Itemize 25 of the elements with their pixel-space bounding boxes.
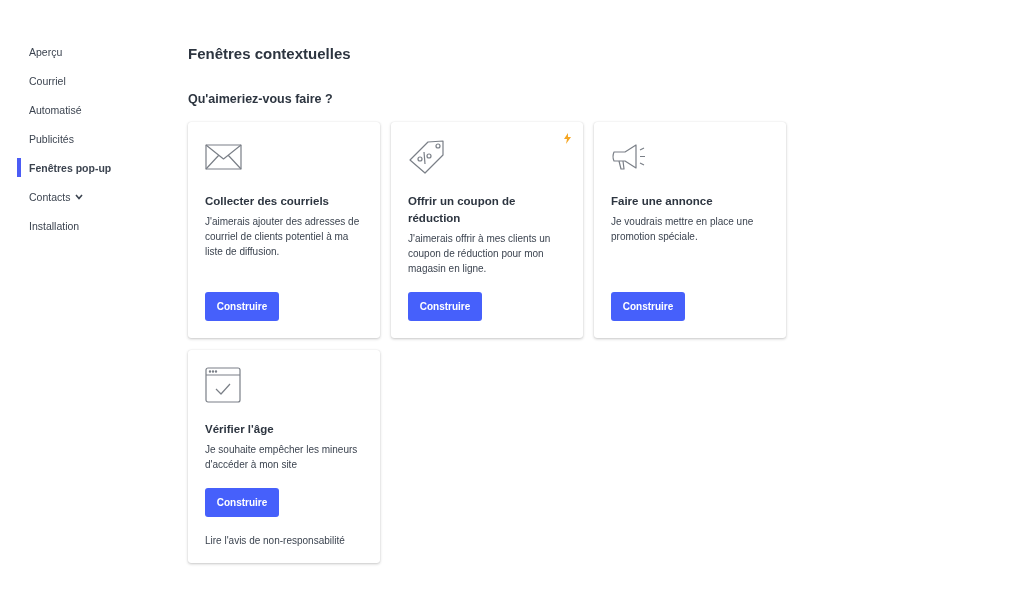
sidebar-item[interactable]: Aperçu	[0, 42, 188, 61]
build-button[interactable]: Construire	[205, 292, 279, 321]
card-description: J'aimerais ajouter des adresses de courriel de clients potentiel à ma liste de diffusion.	[205, 215, 361, 259]
build-button[interactable]: Construire	[205, 488, 279, 517]
card-title: Faire une annonce	[611, 194, 714, 209]
browser-check-icon	[205, 367, 241, 403]
section-heading: Qu'aimeriez-vous faire ?	[188, 92, 334, 106]
build-button[interactable]: Construire	[408, 292, 482, 321]
sidebar-item[interactable]: Contacts	[0, 187, 188, 206]
card-title: Collecter des courriels	[205, 194, 330, 209]
disclaimer-link[interactable]: Lire l'avis de non-responsabilité	[205, 535, 363, 546]
card-title: Vérifier l'âge	[205, 422, 275, 437]
card-description: Je souhaite empêcher les mineurs d'accéder à mon site	[205, 443, 359, 472]
sidebar-item[interactable]: Courriel	[0, 71, 188, 90]
card-description: J'aimerais offrir à mes clients un coupon de réduction pour mon magasin en ligne.	[408, 232, 552, 276]
envelope-icon	[205, 144, 242, 170]
megaphone-icon	[611, 143, 647, 171]
tag-icon	[408, 139, 446, 175]
page-title: Fenêtres contextuelles	[188, 45, 352, 62]
build-button[interactable]: Construire	[611, 292, 685, 321]
card-description: Je voudrais mettre en place une promotion spéciale.	[611, 215, 755, 244]
sidebar-item[interactable]: Publicités	[0, 129, 188, 148]
sidebar-item[interactable]: Installation	[0, 216, 188, 235]
card-title: Offrir un coupon de réduction	[408, 194, 517, 226]
sidebar-item[interactable]: Automatisé	[0, 100, 188, 119]
